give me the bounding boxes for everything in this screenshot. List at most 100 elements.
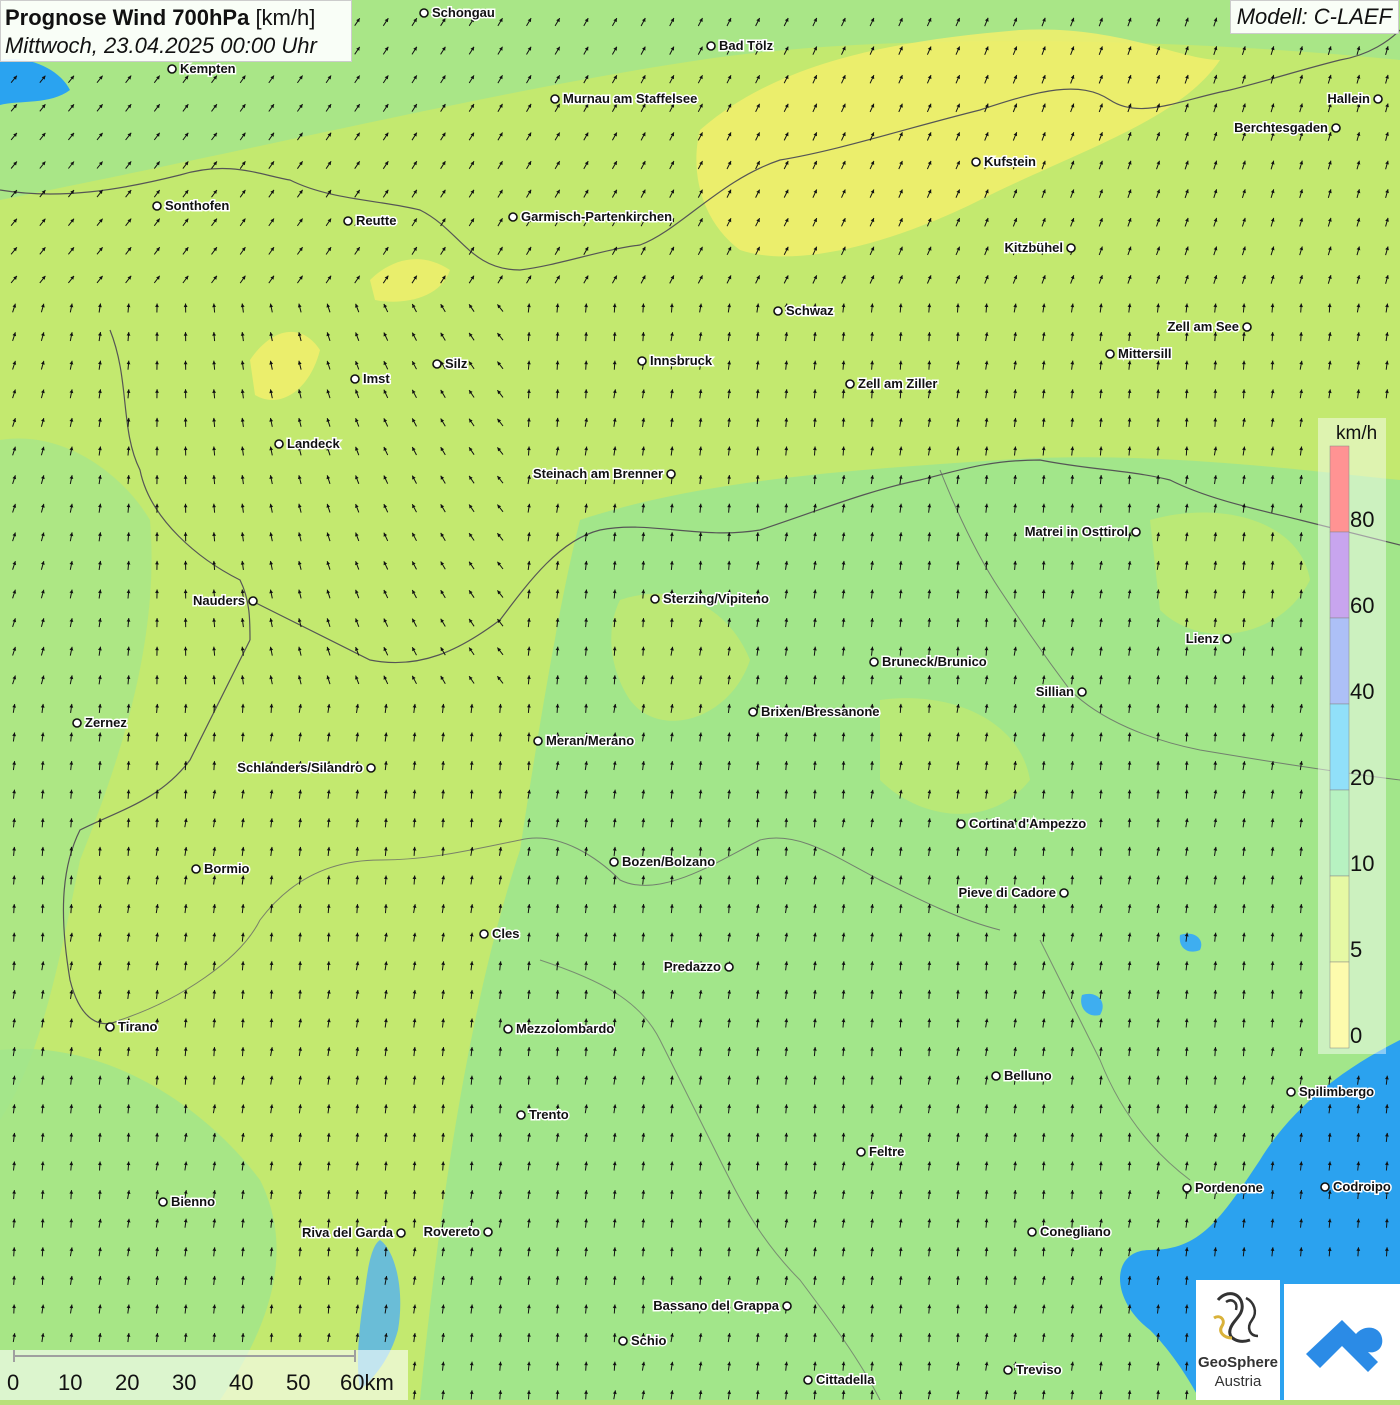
city-marker <box>774 307 782 315</box>
city-label: Codroipo <box>1333 1179 1391 1194</box>
scale-tick-20: 20 <box>115 1370 139 1396</box>
city-marker <box>397 1229 405 1237</box>
city-label: Mittersill <box>1118 346 1171 361</box>
city-label: Silz <box>445 356 468 371</box>
city-marker <box>1028 1228 1036 1236</box>
city-marker <box>749 708 757 716</box>
city-label: Tirano <box>118 1019 158 1034</box>
city-label: Sillian <box>1036 684 1074 699</box>
city-label: Cles <box>492 926 519 941</box>
city-marker <box>725 963 733 971</box>
city-marker <box>517 1111 525 1119</box>
city-label: Bruneck/Brunico <box>882 654 987 669</box>
map-title: Prognose Wind 700hPa <box>5 5 249 30</box>
legend-tick-60: 60 <box>1350 593 1374 619</box>
legend-tick-20: 20 <box>1350 765 1374 791</box>
city-label: Reutte <box>356 213 396 228</box>
city-marker <box>1374 95 1382 103</box>
city-marker <box>638 357 646 365</box>
city-marker <box>249 597 257 605</box>
city-marker <box>667 470 675 478</box>
city-marker <box>972 158 980 166</box>
city-label: Cortina d'Ampezzo <box>969 816 1086 831</box>
city-label: Riva del Garda <box>302 1225 394 1240</box>
city-marker <box>351 375 359 383</box>
city-marker <box>1243 323 1251 331</box>
city-marker <box>168 65 176 73</box>
city-label: Feltre <box>869 1144 904 1159</box>
city-label: Predazzo <box>664 959 721 974</box>
city-marker <box>551 95 559 103</box>
city-marker <box>1004 1366 1012 1374</box>
model-label: Modell: C-LAEF <box>1230 0 1399 34</box>
city-marker <box>1060 889 1068 897</box>
city-marker <box>992 1072 1000 1080</box>
city-label: Schwaz <box>786 303 834 318</box>
city-label: Bienno <box>171 1194 215 1209</box>
city-marker <box>159 1198 167 1206</box>
city-marker <box>610 858 618 866</box>
city-label: Treviso <box>1016 1362 1062 1377</box>
city-marker <box>1287 1088 1295 1096</box>
city-marker <box>275 440 283 448</box>
map-title-unit: [km/h] <box>255 5 315 30</box>
city-label: Kempten <box>180 61 236 76</box>
city-marker <box>1132 528 1140 536</box>
city-marker <box>957 820 965 828</box>
city-label: Zell am See <box>1167 319 1239 334</box>
title-box: Prognose Wind 700hPa [km/h] Mittwoch, 23… <box>0 0 352 62</box>
city-marker <box>1078 688 1086 696</box>
city-label: Belluno <box>1004 1068 1052 1083</box>
city-label: Conegliano <box>1040 1224 1111 1239</box>
wind-forecast-map: SchongauKemptenBad TölzMurnau am Staffel… <box>0 0 1400 1400</box>
city-label: Landeck <box>287 436 341 451</box>
city-marker <box>1183 1184 1191 1192</box>
city-label: Nauders <box>193 593 245 608</box>
city-marker <box>1321 1183 1329 1191</box>
city-label: Hallein <box>1327 91 1370 106</box>
city-label: Schlanders/Silandro <box>237 760 363 775</box>
city-label: Schongau <box>432 5 495 20</box>
legend-tick-10: 10 <box>1350 851 1374 877</box>
title-line: Prognose Wind 700hPa [km/h] <box>5 4 347 32</box>
city-label: Sonthofen <box>165 198 229 213</box>
city-marker <box>433 360 441 368</box>
city-label: Mezzolombardo <box>516 1021 614 1036</box>
city-marker <box>367 764 375 772</box>
city-marker <box>783 1302 791 1310</box>
city-label: Rovereto <box>424 1224 480 1239</box>
city-label: Innsbruck <box>650 353 713 368</box>
city-marker <box>619 1337 627 1345</box>
city-label: Sterzing/Vipiteno <box>663 591 769 606</box>
city-label: Berchtesgaden <box>1234 120 1328 135</box>
city-marker <box>804 1376 812 1384</box>
app-logo[interactable] <box>1284 1284 1400 1400</box>
city-label: Kufstein <box>984 154 1036 169</box>
city-marker <box>857 1148 865 1156</box>
city-marker <box>106 1023 114 1031</box>
city-label: Matrei in Osttirol <box>1025 524 1128 539</box>
city-label: Spilimbergo <box>1299 1084 1374 1099</box>
legend-tick-5: 5 <box>1350 937 1362 963</box>
city-marker <box>707 42 715 50</box>
city-label: Steinach am Brenner <box>533 466 663 481</box>
legend-tick-40: 40 <box>1350 679 1374 705</box>
logo-text-austria: Austria <box>1196 1373 1280 1390</box>
city-marker <box>192 865 200 873</box>
city-label: Bassano del Grappa <box>653 1298 779 1313</box>
city-label: Bormio <box>204 861 250 876</box>
city-marker <box>480 930 488 938</box>
city-marker <box>344 217 352 225</box>
city-label: Brixen/Bressanone <box>761 704 880 719</box>
legend-tick-0: 0 <box>1350 1023 1362 1049</box>
scale-tick-10: 10 <box>58 1370 82 1396</box>
city-marker <box>73 719 81 727</box>
city-label: Garmisch-Partenkirchen <box>521 209 672 224</box>
city-label: Schio <box>631 1333 666 1348</box>
scale-tick-30: 30 <box>172 1370 196 1396</box>
city-marker <box>1223 635 1231 643</box>
city-label: Zell am Ziller <box>858 376 937 391</box>
city-marker <box>651 595 659 603</box>
city-label: Trento <box>529 1107 569 1122</box>
city-marker <box>420 9 428 17</box>
